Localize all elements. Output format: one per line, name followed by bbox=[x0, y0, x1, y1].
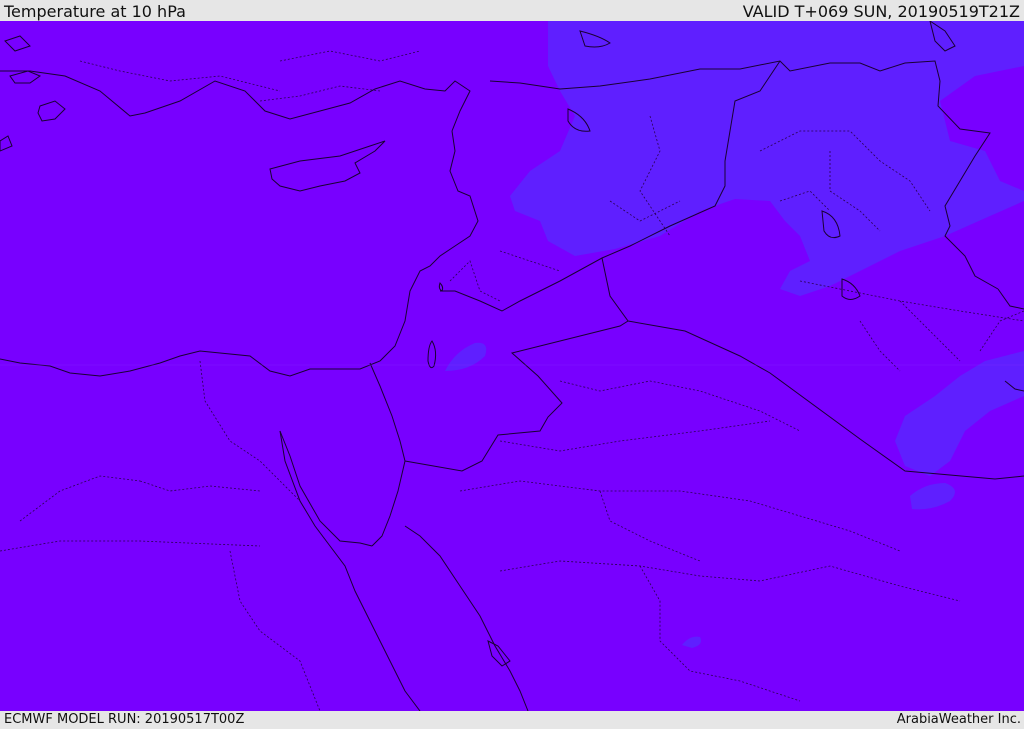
chart-title: Temperature at 10 hPa bbox=[4, 2, 186, 21]
weather-map[interactable] bbox=[0, 21, 1024, 711]
model-run-label: ECMWF MODEL RUN: 20190517T00Z bbox=[4, 712, 245, 727]
map-canvas bbox=[0, 21, 1024, 711]
credit-label: ArabiaWeather Inc. bbox=[896, 712, 1021, 727]
header-bar: Temperature at 10 hPa VALID T+069 SUN, 2… bbox=[0, 0, 1024, 21]
footer-bar: ECMWF MODEL RUN: 20190517T00Z ArabiaWeat… bbox=[0, 711, 1024, 729]
valid-time: VALID T+069 SUN, 20190519T21Z bbox=[742, 2, 1020, 21]
